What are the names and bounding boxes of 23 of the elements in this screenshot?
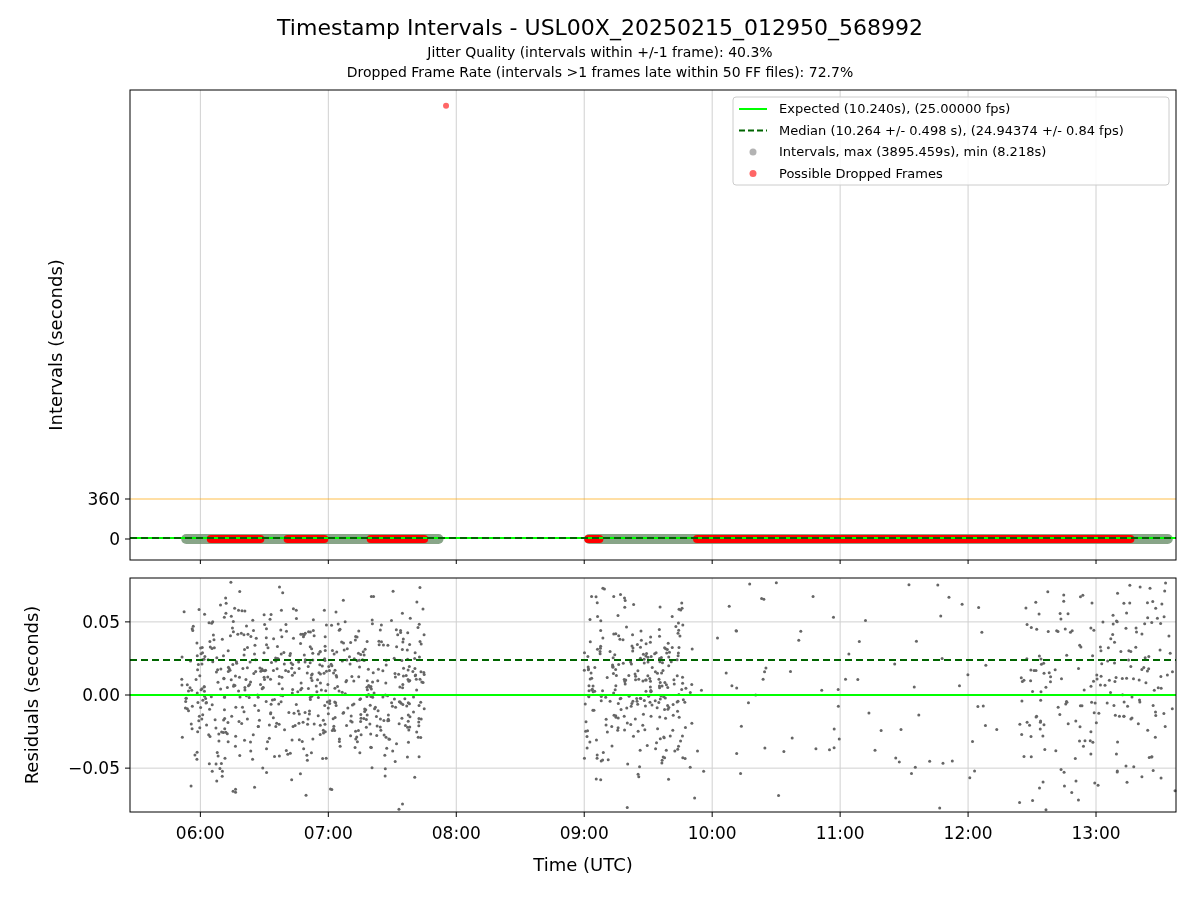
y-axis-label: Intervals (seconds) [45, 259, 66, 431]
x-tick-label: 10:00 [687, 823, 737, 843]
legend-label: Possible Dropped Frames [779, 165, 943, 181]
legend-label: Median (10.264 +/- 0.498 s), (24.94374 +/- 0.84 fps) [779, 122, 1124, 138]
x-axis-label: Time (UTC) [533, 854, 633, 875]
x-tick-label: 09:00 [559, 823, 609, 843]
y-tick-label: −0.05 [67, 758, 120, 779]
x-tick-label: 13:00 [1071, 823, 1121, 843]
x-tick-label: 11:00 [815, 823, 865, 843]
x-tick-label: 07:00 [303, 823, 353, 843]
figure-title: Timestamp Intervals - USL00X_20250215_012950_568992 [277, 14, 923, 42]
figure-subtitle: Dropped Frame Rate (intervals >1 frames late within 50 FF files): 72.7% [346, 63, 854, 82]
y-axis-label: Residuals (seconds) [21, 605, 42, 785]
y-tick-label: 0.05 [82, 611, 120, 632]
y-tick-label: 0.00 [82, 685, 120, 705]
y-tick-label: 0 [109, 529, 120, 549]
legend-label: Expected (10.240s), (25.00000 fps) [779, 101, 1011, 116]
y-tick-label: 360 [87, 489, 120, 509]
x-tick-label: 08:00 [431, 823, 481, 843]
x-tick-label: 06:00 [175, 823, 225, 843]
figure-subtitle: Jitter Quality (intervals within +/-1 frame): 40.3% [427, 43, 773, 62]
x-tick-label: 12:00 [943, 823, 993, 843]
legend-label: Intervals, max (3895.459s), min (8.218s) [779, 144, 1047, 159]
